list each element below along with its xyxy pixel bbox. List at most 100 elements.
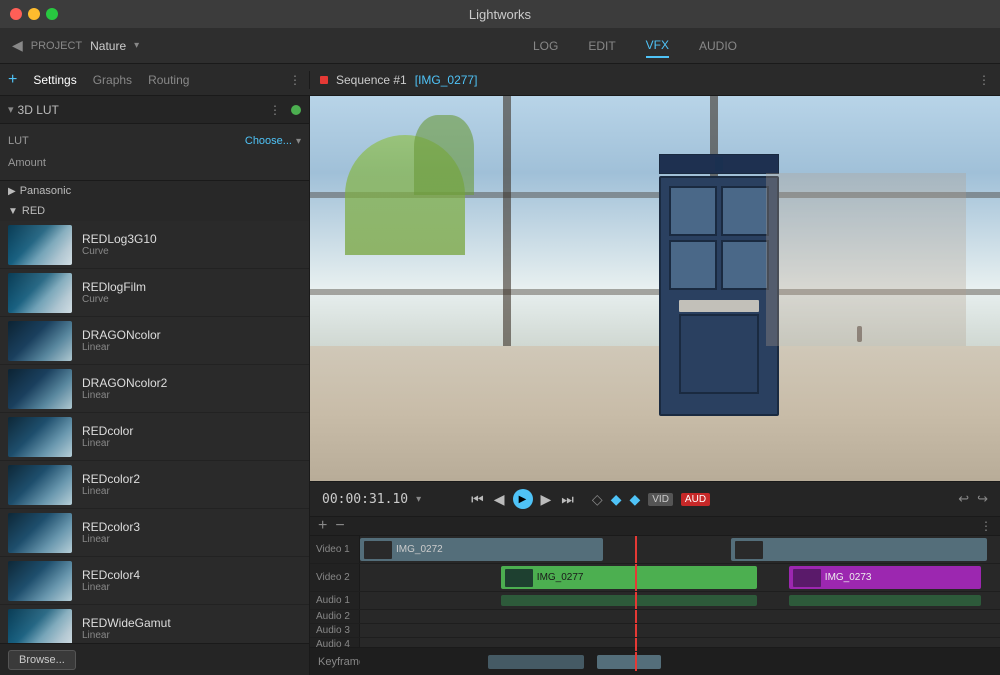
undo-icon[interactable]: ↩ — [958, 491, 969, 507]
sub-tab-routing[interactable]: Routing — [148, 73, 189, 87]
clip-img0272[interactable]: IMG_0272 — [360, 538, 603, 561]
audio-clip[interactable] — [789, 595, 981, 606]
time-markers: 00:00:25.00 00:00:30.00 00:00:35.00 00:0… — [353, 525, 972, 527]
list-item[interactable]: REDcolor4 Linear — [0, 557, 309, 605]
project-label: PROJECT — [31, 40, 82, 52]
out-marker-button[interactable]: ◆ — [611, 491, 622, 508]
in-marker-icon: ◆ — [629, 491, 640, 508]
lut-type: Linear — [82, 390, 167, 401]
lut-info: DRAGONcolor2 Linear — [82, 376, 167, 401]
all-clip[interactable] — [488, 655, 584, 669]
app-title: Lightworks — [469, 7, 531, 22]
sequence-menu-icon[interactable]: ⋮ — [978, 73, 990, 87]
audio3-track: Audio 3 — [310, 624, 1000, 638]
tab-audio[interactable]: AUDIO — [699, 35, 737, 57]
list-item[interactable]: REDcolor2 Linear — [0, 461, 309, 509]
lut-type: Linear — [82, 342, 161, 353]
track-label-audio1: Audio 1 — [310, 592, 360, 609]
panel-title: 3D LUT — [18, 103, 269, 117]
next-frame-button[interactable]: ▶ — [539, 489, 554, 510]
prev-frame-button[interactable]: ◀ — [492, 489, 507, 510]
in-marker-button[interactable]: ◇ — [592, 491, 603, 508]
lut-type: Linear — [82, 582, 140, 593]
playhead — [635, 592, 637, 609]
collapse-icon[interactable]: ▾ — [8, 103, 14, 116]
time-display: 00:00:31.10 — [322, 492, 408, 507]
track-label-video2: Video 2 — [310, 564, 360, 591]
maximize-button[interactable] — [46, 8, 58, 20]
back-button[interactable]: ◀ — [12, 37, 23, 54]
list-item[interactable]: REDlogFilm Curve — [0, 269, 309, 317]
zoom-out-button[interactable]: − — [335, 517, 344, 535]
tab-edit[interactable]: EDIT — [588, 35, 615, 57]
all-clip[interactable] — [597, 655, 661, 669]
project-dropdown-icon[interactable]: ▾ — [134, 40, 139, 51]
skip-start-button[interactable]: ⏮ — [469, 489, 486, 510]
lut-type: Linear — [82, 630, 171, 641]
add-effect-button[interactable]: + — [8, 71, 17, 89]
time-dropdown-icon[interactable]: ▾ — [416, 494, 421, 505]
list-item[interactable]: REDWideGamut Linear — [0, 605, 309, 643]
transport-right: ↩ ↪ — [958, 491, 988, 507]
tardis-lamp — [715, 157, 723, 171]
clip-empty1[interactable] — [731, 538, 987, 561]
lut-group-panasonic[interactable]: ▶ Panasonic — [0, 181, 309, 201]
subtoolbar-right: Sequence #1 [IMG_0277] ⋮ — [310, 73, 1000, 87]
list-item[interactable]: DRAGONcolor Linear — [0, 317, 309, 365]
choose-button[interactable]: Choose... — [245, 135, 292, 147]
skip-end-button[interactable]: ⏭ — [559, 489, 576, 510]
zoom-in-button[interactable]: + — [318, 517, 327, 535]
tardis-box — [659, 176, 779, 416]
clip-img0277[interactable]: IMG_0277 — [501, 566, 757, 589]
lut-thumbnail — [8, 273, 72, 313]
panel-menu-icon[interactable]: ⋮ — [269, 103, 281, 117]
play-button[interactable]: ▶ — [513, 489, 533, 509]
lut-thumbnail — [8, 609, 72, 644]
clip-thumbnail — [793, 569, 821, 587]
clip-name: IMG_0277 — [537, 572, 584, 583]
redo-icon[interactable]: ↪ — [977, 491, 988, 507]
lut-name: REDlogFilm — [82, 280, 146, 294]
lut-type: Curve — [82, 246, 157, 257]
close-button[interactable] — [10, 8, 22, 20]
playhead[interactable] — [635, 536, 637, 563]
choose-dropdown-icon[interactable]: ▾ — [296, 136, 301, 147]
clip-img0273[interactable]: IMG_0273 — [789, 566, 981, 589]
tardis-main-door — [679, 314, 759, 394]
minimize-button[interactable] — [28, 8, 40, 20]
person-silhouette — [857, 326, 862, 342]
lut-group-red[interactable]: ▼ RED — [0, 201, 309, 221]
tab-log[interactable]: LOG — [533, 35, 558, 57]
sub-tab-graphs[interactable]: Graphs — [93, 73, 132, 87]
transport-controls: ⏮ ◀ ▶ ▶ ⏭ — [469, 489, 576, 510]
track-content-audio2 — [360, 610, 1000, 623]
list-item[interactable]: REDLog3G10 Curve — [0, 221, 309, 269]
lut-info: DRAGONcolor Linear — [82, 328, 161, 353]
subtoolbar-menu-icon[interactable]: ⋮ — [289, 73, 301, 87]
audio1-track: Audio 1 — [310, 592, 1000, 610]
clip-name: IMG_0273 — [825, 572, 872, 583]
lut-thumbnail — [8, 465, 72, 505]
audio2-track: Audio 2 — [310, 610, 1000, 624]
all-track: All — [310, 652, 1000, 672]
lut-info: REDcolor4 Linear — [82, 568, 140, 593]
group-label: Panasonic — [20, 185, 71, 197]
subtoolbar-left: + Settings Graphs Routing ⋮ — [0, 71, 310, 89]
track-content-audio4 — [360, 638, 1000, 651]
lut-name: REDcolor3 — [82, 520, 140, 534]
list-item[interactable]: REDcolor Linear — [0, 413, 309, 461]
sub-tab-settings[interactable]: Settings — [33, 73, 76, 87]
playhead — [635, 638, 637, 651]
group-toggle-icon: ▼ — [8, 206, 18, 217]
list-item[interactable]: DRAGONcolor2 Linear — [0, 365, 309, 413]
lut-thumbnail — [8, 369, 72, 409]
play-icon: ▶ — [519, 494, 527, 505]
list-item[interactable]: REDcolor3 Linear — [0, 509, 309, 557]
lut-info: REDcolor Linear — [82, 424, 133, 449]
tab-vfx[interactable]: VFX — [646, 34, 669, 58]
browse-button[interactable]: Browse... — [8, 650, 76, 670]
audio-clip[interactable] — [501, 595, 757, 606]
right-panel: 00:00:31.10 ▾ ⏮ ◀ ▶ ▶ ⏭ ◇ ◆ ◆ VID AUD ↩ … — [310, 96, 1000, 675]
timeline-menu-icon[interactable]: ⋮ — [980, 519, 992, 533]
lut-name: REDLog3G10 — [82, 232, 157, 246]
